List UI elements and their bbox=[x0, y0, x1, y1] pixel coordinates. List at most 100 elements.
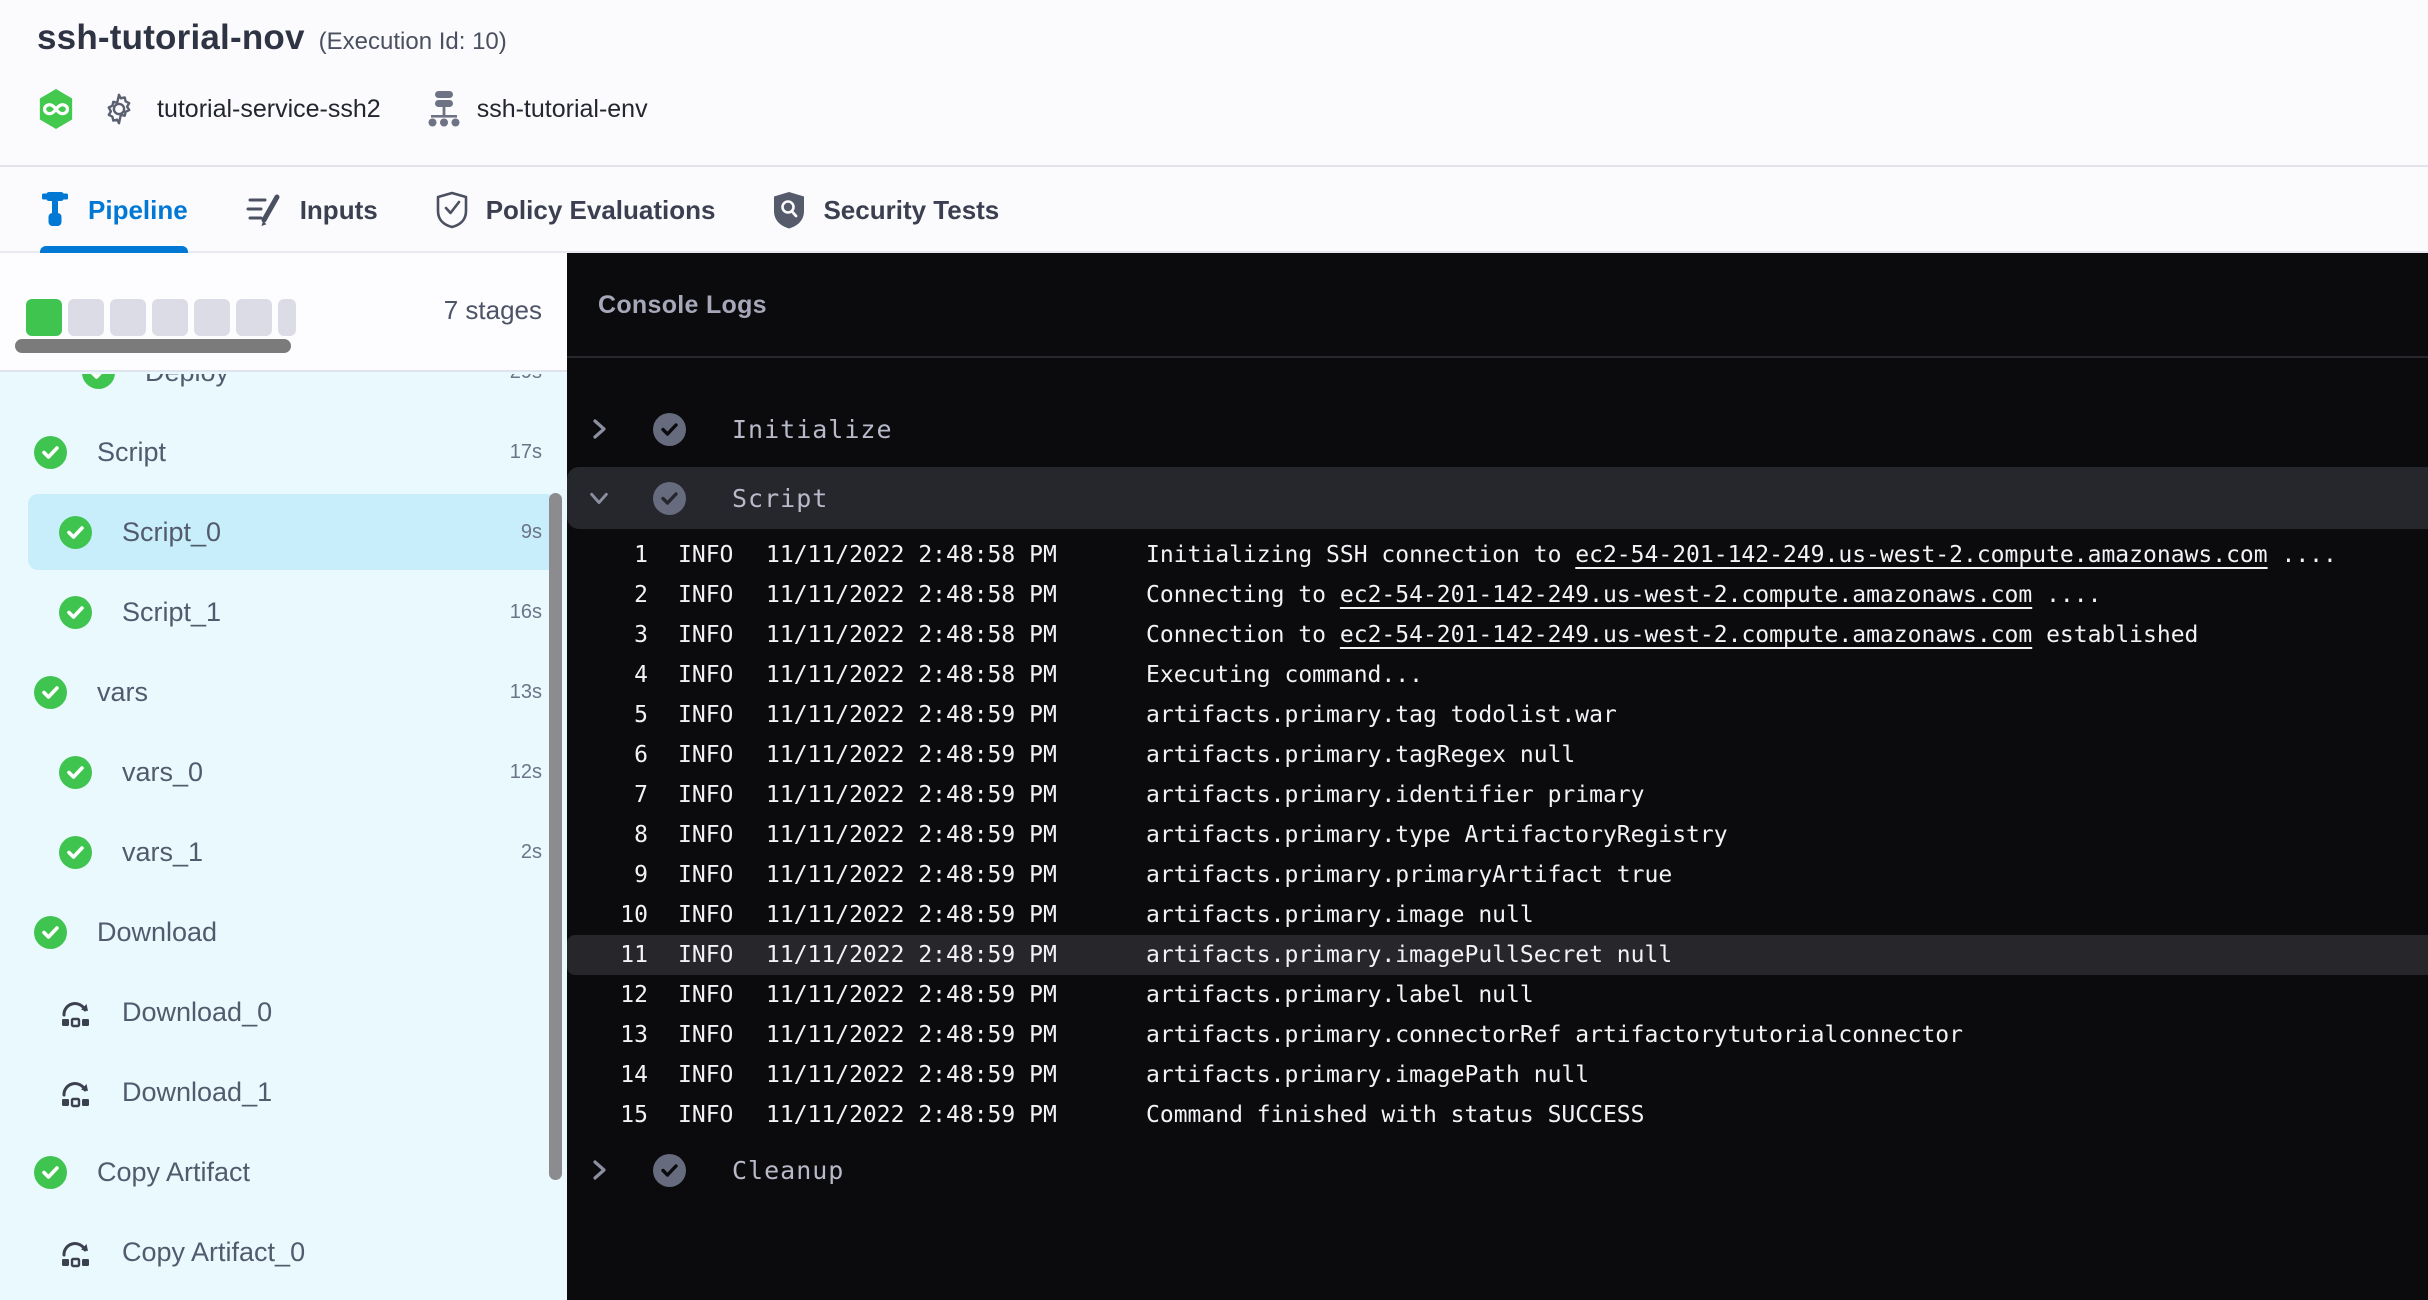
section-initialize[interactable]: Initialize bbox=[567, 394, 2428, 464]
log-link[interactable]: ec2-54-201-142-249.us-west-2.compute.ama… bbox=[1340, 622, 2032, 648]
execution-id: (Execution Id: 10) bbox=[319, 28, 507, 56]
tab-bar: Pipeline Inputs Policy Evaluations bbox=[0, 165, 2428, 253]
service-row: tutorial-service-ssh2 ssh-tutorial-env bbox=[37, 86, 648, 132]
log-line-number: 5 bbox=[567, 702, 648, 728]
log-message: artifacts.primary.image null bbox=[1146, 902, 1534, 928]
console-body: Initialize Script 1 INFO 11/11/2022 2:48… bbox=[567, 360, 2428, 1300]
stage-count: 7 stages bbox=[444, 295, 542, 326]
tab-label: Policy Evaluations bbox=[486, 195, 716, 226]
log-link[interactable]: ec2-54-201-142-249.us-west-2.compute.ama… bbox=[1575, 542, 2267, 568]
log-line-number: 4 bbox=[567, 662, 648, 688]
stage-progress-bar bbox=[26, 299, 296, 336]
stage-graph-scrollbar[interactable] bbox=[15, 339, 291, 353]
chevron-right-icon[interactable] bbox=[588, 417, 610, 441]
stage-row-vars-0[interactable]: vars_0 12s bbox=[0, 732, 567, 812]
log-timestamp: 11/11/2022 2:48:59 PM bbox=[766, 742, 1066, 768]
log-line-number: 7 bbox=[567, 782, 648, 808]
service-name[interactable]: tutorial-service-ssh2 bbox=[157, 95, 381, 124]
console-header: Console Logs bbox=[567, 253, 2428, 358]
stage-row-copy-artifact[interactable]: Copy Artifact bbox=[0, 1132, 567, 1212]
stage-label: vars_0 bbox=[122, 757, 203, 788]
log-line-number: 12 bbox=[567, 982, 648, 1008]
log-line[interactable]: 3 INFO 11/11/2022 2:48:58 PM Connection … bbox=[567, 615, 2428, 655]
success-status-icon bbox=[653, 482, 686, 515]
log-line[interactable]: 7 INFO 11/11/2022 2:48:59 PM artifacts.p… bbox=[567, 775, 2428, 815]
log-line[interactable]: 6 INFO 11/11/2022 2:48:59 PM artifacts.p… bbox=[567, 735, 2428, 775]
log-line[interactable]: 11 INFO 11/11/2022 2:48:59 PM artifacts.… bbox=[567, 935, 2428, 975]
stage-row-vars-1[interactable]: vars_1 2s bbox=[0, 812, 567, 892]
sidebar-scrollbar[interactable] bbox=[549, 493, 562, 1180]
console-title: Console Logs bbox=[598, 291, 767, 320]
console-panel: Console Logs Initialize Script 1 INFO 11… bbox=[567, 253, 2428, 1300]
section-label: Script bbox=[732, 484, 828, 513]
log-line[interactable]: 14 INFO 11/11/2022 2:48:59 PM artifacts.… bbox=[567, 1055, 2428, 1095]
log-line[interactable]: 13 INFO 11/11/2022 2:48:59 PM artifacts.… bbox=[567, 1015, 2428, 1055]
progress-segment bbox=[194, 299, 230, 336]
chevron-down-icon[interactable] bbox=[588, 490, 610, 506]
chevron-right-icon[interactable] bbox=[588, 1158, 610, 1182]
log-link[interactable]: ec2-54-201-142-249.us-west-2.compute.ama… bbox=[1340, 582, 2032, 608]
stage-duration: 13s bbox=[510, 681, 542, 704]
log-level: INFO bbox=[678, 702, 736, 728]
pipeline-icon bbox=[40, 191, 70, 229]
section-label: Cleanup bbox=[732, 1156, 844, 1185]
tab-label: Inputs bbox=[300, 195, 378, 226]
log-line[interactable]: 12 INFO 11/11/2022 2:48:59 PM artifacts.… bbox=[567, 975, 2428, 1015]
log-message: artifacts.primary.imagePath null bbox=[1146, 1062, 1589, 1088]
log-line-number: 11 bbox=[567, 942, 648, 968]
stage-label: Script bbox=[97, 437, 166, 468]
log-line[interactable]: 1 INFO 11/11/2022 2:48:58 PM Initializin… bbox=[567, 535, 2428, 575]
stage-row-vars[interactable]: vars 13s bbox=[0, 652, 567, 732]
log-level: INFO bbox=[678, 822, 736, 848]
log-message: Executing command... bbox=[1146, 662, 1423, 688]
log-level: INFO bbox=[678, 622, 736, 648]
stage-duration: 2s bbox=[521, 841, 542, 864]
success-check-icon bbox=[59, 596, 92, 629]
tab-security-tests[interactable]: Security Tests bbox=[773, 167, 999, 253]
log-line[interactable]: 5 INFO 11/11/2022 2:48:59 PM artifacts.p… bbox=[567, 695, 2428, 735]
section-script[interactable]: Script bbox=[567, 467, 2428, 529]
section-cleanup[interactable]: Cleanup bbox=[567, 1135, 2428, 1205]
progress-segment bbox=[152, 299, 188, 336]
log-level: INFO bbox=[678, 742, 736, 768]
log-timestamp: 11/11/2022 2:48:59 PM bbox=[766, 902, 1066, 928]
stage-row-download[interactable]: Download bbox=[0, 892, 567, 972]
tab-label: Pipeline bbox=[88, 195, 188, 226]
stage-label: Copy Artifact bbox=[97, 1157, 250, 1188]
stage-row-download-1[interactable]: Download_1 bbox=[0, 1052, 567, 1132]
log-level: INFO bbox=[678, 1062, 736, 1088]
log-line[interactable]: 15 INFO 11/11/2022 2:48:59 PM Command fi… bbox=[567, 1095, 2428, 1135]
log-message: artifacts.primary.identifier primary bbox=[1146, 782, 1645, 808]
log-timestamp: 11/11/2022 2:48:59 PM bbox=[766, 1102, 1066, 1128]
stage-label: Copy Artifact_0 bbox=[122, 1237, 305, 1268]
log-line[interactable]: 10 INFO 11/11/2022 2:48:59 PM artifacts.… bbox=[567, 895, 2428, 935]
security-icon bbox=[773, 191, 805, 229]
log-line[interactable]: 9 INFO 11/11/2022 2:48:59 PM artifacts.p… bbox=[567, 855, 2428, 895]
environment-name[interactable]: ssh-tutorial-env bbox=[477, 95, 648, 124]
log-message: artifacts.primary.tag todolist.war bbox=[1146, 702, 1617, 728]
log-level: INFO bbox=[678, 582, 736, 608]
gear-icon bbox=[101, 91, 137, 127]
stage-row-script-0[interactable]: Script_0 9s bbox=[0, 492, 567, 572]
tab-pipeline[interactable]: Pipeline bbox=[40, 167, 188, 253]
success-check-icon bbox=[34, 916, 67, 949]
log-level: INFO bbox=[678, 862, 736, 888]
log-line[interactable]: 2 INFO 11/11/2022 2:48:58 PM Connecting … bbox=[567, 575, 2428, 615]
stage-row-script-1[interactable]: Script_1 16s bbox=[0, 572, 567, 652]
success-check-icon bbox=[59, 836, 92, 869]
tab-inputs[interactable]: Inputs bbox=[246, 167, 378, 253]
inputs-icon bbox=[246, 193, 282, 227]
stage-row-download-0[interactable]: Download_0 bbox=[0, 972, 567, 1052]
tab-policy-evaluations[interactable]: Policy Evaluations bbox=[436, 167, 716, 253]
stage-row-deploy[interactable]: Deploy 29s bbox=[0, 374, 567, 412]
log-line[interactable]: 8 INFO 11/11/2022 2:48:59 PM artifacts.p… bbox=[567, 815, 2428, 855]
stage-row-script[interactable]: Script 17s bbox=[0, 412, 567, 492]
log-line[interactable]: 4 INFO 11/11/2022 2:48:58 PM Executing c… bbox=[567, 655, 2428, 695]
log-level: INFO bbox=[678, 782, 736, 808]
success-check-icon bbox=[59, 756, 92, 789]
stage-row-copy-artifact-0[interactable]: Copy Artifact_0 bbox=[0, 1212, 567, 1292]
log-timestamp: 11/11/2022 2:48:59 PM bbox=[766, 1062, 1066, 1088]
success-check-icon bbox=[82, 374, 115, 389]
stage-sidebar: 7 stages Deploy 29s Script 17s bbox=[0, 253, 567, 1300]
log-level: INFO bbox=[678, 902, 736, 928]
